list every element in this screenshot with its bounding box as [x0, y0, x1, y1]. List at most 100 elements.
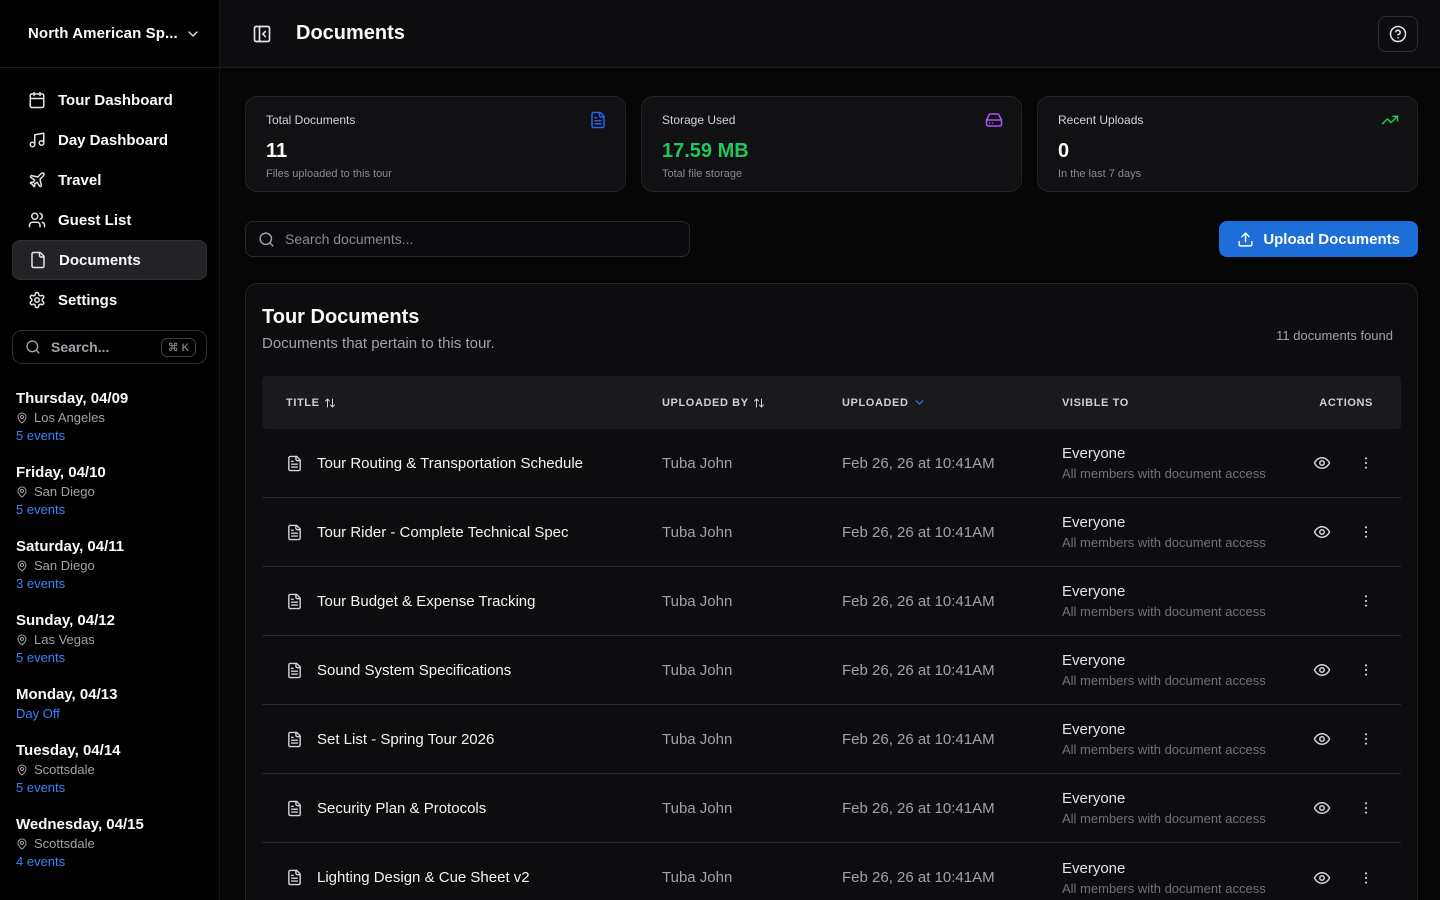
document-title: Security Plan & Protocols — [317, 800, 486, 817]
column-header-uploaded[interactable]: Uploaded — [842, 396, 1062, 409]
day-events-link[interactable]: 5 events — [16, 428, 207, 443]
plane-icon — [28, 171, 46, 189]
org-switcher[interactable]: North American Sp... — [0, 0, 219, 68]
visible-to-sub: All members with document access — [1062, 535, 1307, 550]
row-menu-button[interactable] — [1351, 586, 1381, 616]
row-menu-button[interactable] — [1351, 724, 1381, 754]
day-events-link[interactable]: 5 events — [16, 650, 207, 665]
map-pin-icon — [16, 412, 28, 424]
sidebar-search[interactable]: Search... ⌘ K — [12, 330, 207, 364]
document-row: Lighting Design & Cue Sheet v2 Tuba John… — [262, 843, 1401, 900]
stat-value: 17.59 MB — [662, 140, 1001, 163]
view-document-button[interactable] — [1307, 724, 1337, 754]
search-icon — [258, 231, 275, 248]
search-documents-input[interactable] — [285, 231, 677, 247]
day-location: Scottsdale — [34, 836, 95, 851]
map-pin-icon — [16, 634, 28, 646]
page-title: Documents — [296, 22, 405, 45]
sidebar-item-documents[interactable]: Documents — [12, 240, 207, 280]
table-header: Title Uploaded By Uploaded — [262, 376, 1401, 429]
upload-documents-button[interactable]: Upload Documents — [1219, 221, 1418, 257]
panel-head: Tour Documents Documents that pertain to… — [262, 284, 1401, 376]
document-search-box — [245, 221, 690, 257]
sidebar-item-settings[interactable]: Settings — [12, 280, 207, 320]
document-title: Set List - Spring Tour 2026 — [317, 731, 494, 748]
day-date: Monday, 04/13 — [16, 686, 207, 703]
column-header-title[interactable]: Title — [262, 397, 662, 409]
app-root: North American Sp... Tour Dashboard Day … — [0, 0, 1440, 900]
visible-to: Everyone — [1062, 721, 1307, 738]
uploaded-date: Feb 26, 26 at 10:41AM — [842, 731, 1062, 748]
view-document-button[interactable] — [1307, 517, 1337, 547]
visible-to: Everyone — [1062, 514, 1307, 531]
collapse-sidebar-button[interactable] — [252, 24, 272, 44]
uploaded-date: Feb 26, 26 at 10:41AM — [842, 662, 1062, 679]
day-location: Scottsdale — [34, 762, 95, 777]
sort-icon — [324, 397, 336, 409]
document-title: Sound System Specifications — [317, 662, 511, 679]
sidebar-nav: Tour Dashboard Day Dashboard Travel Gues… — [0, 68, 219, 320]
file-text-icon — [286, 662, 303, 679]
day-date: Wednesday, 04/15 — [16, 816, 207, 833]
uploaded-by: Tuba John — [662, 800, 842, 817]
map-pin-icon — [16, 764, 28, 776]
view-document-button[interactable] — [1307, 793, 1337, 823]
row-menu-button[interactable] — [1351, 448, 1381, 478]
calendar-icon — [28, 91, 46, 109]
stat-label: Storage Used — [662, 113, 1001, 127]
panel-title: Tour Documents — [262, 306, 495, 329]
uploaded-date: Feb 26, 26 at 10:41AM — [842, 593, 1062, 610]
day-events-link[interactable]: 5 events — [16, 780, 207, 795]
row-menu-button[interactable] — [1351, 863, 1381, 893]
sidebar-item-label: Travel — [58, 172, 101, 189]
users-icon — [28, 211, 46, 229]
file-text-icon — [286, 455, 303, 472]
day-date: Tuesday, 04/14 — [16, 742, 207, 759]
documents-count: 11 documents found — [1276, 328, 1393, 343]
kebab-menu-icon — [1358, 455, 1374, 471]
day-date: Saturday, 04/11 — [16, 538, 207, 555]
stat-card-recent-uploads: Recent Uploads 0 In the last 7 days — [1037, 96, 1418, 192]
panel-left-close-icon — [252, 24, 272, 44]
kebab-menu-icon — [1358, 870, 1374, 886]
sidebar-item-day-dashboard[interactable]: Day Dashboard — [12, 120, 207, 160]
sidebar-day-list: Thursday, 04/09 Los Angeles 5 events Fri… — [0, 364, 219, 890]
stat-card-total-documents: Total Documents 11 Files uploaded to thi… — [245, 96, 626, 192]
day-date: Sunday, 04/12 — [16, 612, 207, 629]
file-text-icon — [589, 111, 607, 129]
visible-to-sub: All members with document access — [1062, 742, 1307, 757]
document-row: Sound System Specifications Tuba John Fe… — [262, 636, 1401, 705]
day-off-link[interactable]: Day Off — [16, 706, 207, 721]
row-menu-button[interactable] — [1351, 655, 1381, 685]
view-document-button[interactable] — [1307, 655, 1337, 685]
help-button[interactable] — [1378, 16, 1418, 52]
sidebar-item-guest-list[interactable]: Guest List — [12, 200, 207, 240]
day-item: Sunday, 04/12 Las Vegas 5 events — [16, 612, 207, 665]
eye-icon — [1313, 869, 1331, 887]
visible-to-sub: All members with document access — [1062, 673, 1307, 688]
document-title: Lighting Design & Cue Sheet v2 — [317, 869, 530, 886]
row-menu-button[interactable] — [1351, 793, 1381, 823]
day-events-link[interactable]: 5 events — [16, 502, 207, 517]
sidebar-item-tour-dashboard[interactable]: Tour Dashboard — [12, 80, 207, 120]
day-events-link[interactable]: 3 events — [16, 576, 207, 591]
chevron-down-icon — [185, 26, 201, 42]
sidebar-item-travel[interactable]: Travel — [12, 160, 207, 200]
main-area: Documents Total Documents 11 Files uploa… — [220, 0, 1440, 900]
view-document-button[interactable] — [1307, 863, 1337, 893]
day-events-link[interactable]: 4 events — [16, 854, 207, 869]
panel-subtitle: Documents that pertain to this tour. — [262, 335, 495, 352]
row-menu-button[interactable] — [1351, 517, 1381, 547]
day-item: Saturday, 04/11 San Diego 3 events — [16, 538, 207, 591]
column-label: Uploaded — [842, 397, 909, 409]
org-name: North American Sp... — [28, 25, 178, 42]
sidebar: North American Sp... Tour Dashboard Day … — [0, 0, 220, 900]
map-pin-icon — [16, 486, 28, 498]
document-row: Tour Rider - Complete Technical Spec Tub… — [262, 498, 1401, 567]
day-item: Friday, 04/10 San Diego 5 events — [16, 464, 207, 517]
search-icon — [25, 339, 41, 355]
column-header-uploaded-by[interactable]: Uploaded By — [662, 397, 842, 409]
view-document-button[interactable] — [1307, 448, 1337, 478]
eye-icon — [1313, 661, 1331, 679]
column-header-visible-to: Visible To — [1062, 397, 1307, 409]
